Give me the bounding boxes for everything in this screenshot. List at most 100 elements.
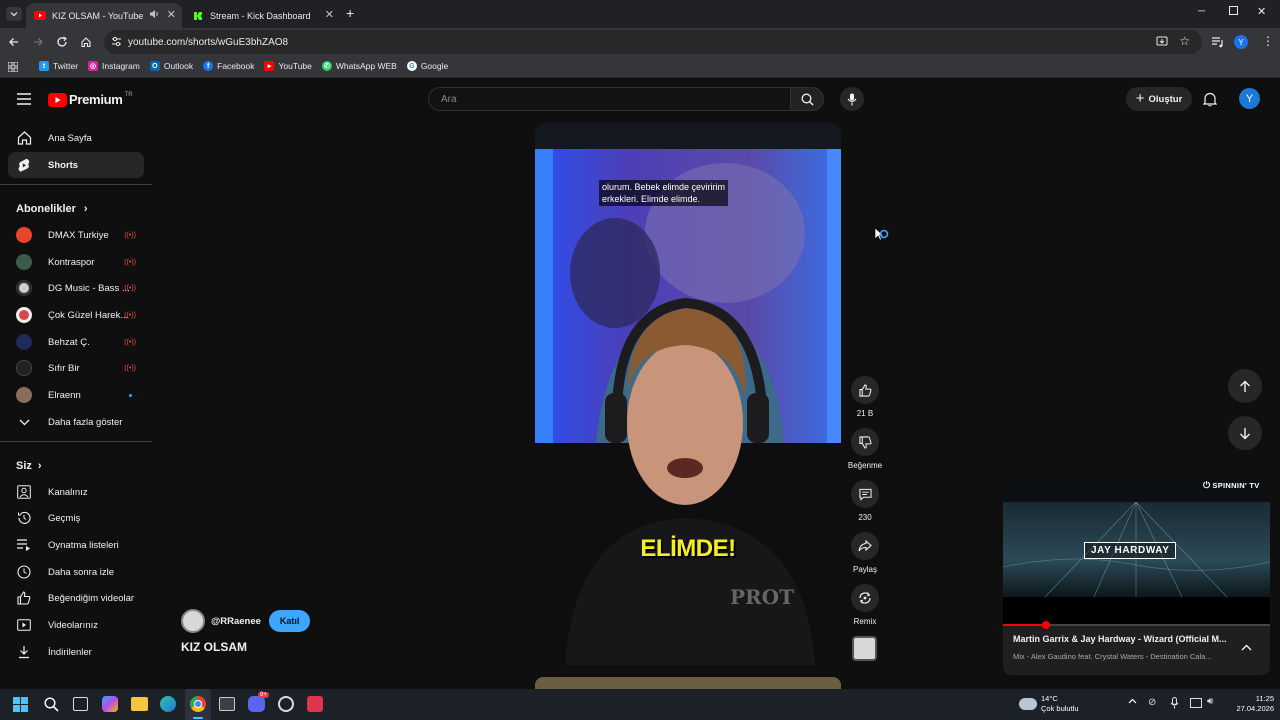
sidebar-item-history[interactable]: Geçmiş xyxy=(8,505,144,531)
install-app-icon[interactable] xyxy=(1156,36,1168,47)
tab-kick[interactable]: Stream - Kick Dashboard ✕ xyxy=(184,3,340,28)
mini-player-expand-icon[interactable] xyxy=(1241,644,1252,651)
previous-short-button[interactable] xyxy=(1228,369,1262,403)
subscription-sifir-bir[interactable]: Sıfır Bir ((•)) xyxy=(8,355,144,381)
minimize-icon[interactable]: ─ xyxy=(1198,6,1205,17)
taskbar-search-icon[interactable] xyxy=(44,697,59,712)
mini-player-title[interactable]: Martin Garrix & Jay Hardway - Wizard (Of… xyxy=(1013,634,1233,644)
share-button[interactable] xyxy=(851,532,879,560)
tab-youtube[interactable]: KIZ OLSAM - YouTube ✕ xyxy=(26,3,182,28)
shorts-video-player[interactable]: olurum. Bebek elimde çeviririm erkekleri… xyxy=(535,123,841,665)
bookmark-instagram[interactable]: ◎ Instagram xyxy=(88,61,140,71)
sidebar-item-home[interactable]: Ana Sayfa xyxy=(8,125,144,151)
you-heading[interactable]: Siz › xyxy=(16,460,42,472)
no-internet-icon[interactable]: ⊘ xyxy=(1148,697,1156,708)
subscription-kontraspor[interactable]: Kontraspor ((•)) xyxy=(8,249,144,275)
bookmark-twitter[interactable]: t Twitter xyxy=(39,61,78,71)
bookmark-whatsapp[interactable]: ✆ WhatsApp WEB xyxy=(321,61,397,71)
tab-close-icon[interactable]: ✕ xyxy=(167,9,176,21)
tab-audio-icon[interactable] xyxy=(149,9,160,19)
subscription-cok-guzel-hareketler[interactable]: Çok Güzel Harek... ((•)) xyxy=(8,302,144,328)
comments-button[interactable] xyxy=(851,480,879,508)
live-indicator-icon: ((•)) xyxy=(124,338,136,346)
join-button[interactable]: Katıl xyxy=(268,610,311,632)
remix-label: Remix xyxy=(853,617,877,626)
account-avatar[interactable]: Y xyxy=(1239,88,1260,109)
weather-widget[interactable]: 14°C Çok bulutlu xyxy=(1041,694,1079,714)
browser-menu-icon[interactable]: ⋮ xyxy=(1262,35,1274,47)
address-bar[interactable]: youtube.com/shorts/wGuE3bhZAO8 ☆ xyxy=(104,30,1202,54)
home-button-icon[interactable] xyxy=(80,36,92,48)
apps-grid-icon[interactable] xyxy=(8,62,18,72)
sidebar-item-playlists[interactable]: Oynatma listeleri xyxy=(8,532,144,558)
volume-icon[interactable]: 🔊︎ xyxy=(1207,696,1213,707)
discord-icon[interactable] xyxy=(248,696,265,712)
next-short-preview[interactable] xyxy=(535,677,841,689)
like-count: 21 B xyxy=(856,409,874,418)
arrow-down-icon xyxy=(1240,427,1250,439)
new-tab-icon[interactable]: + xyxy=(346,6,354,20)
app-icon[interactable] xyxy=(307,696,323,712)
file-explorer-icon[interactable] xyxy=(131,697,148,711)
reload-icon[interactable] xyxy=(56,36,68,48)
windows-start-icon[interactable] xyxy=(13,697,28,712)
search-button[interactable] xyxy=(790,87,824,111)
channel-avatar xyxy=(16,227,32,243)
mini-player-video[interactable]: ⏻ SPINNIN' TV JAY HARDWAY xyxy=(1003,477,1270,597)
dislike-button[interactable] xyxy=(851,428,879,456)
clock[interactable]: 11:25 27.04.2026 xyxy=(1226,694,1274,714)
like-button[interactable] xyxy=(851,376,879,404)
subscription-dg-music[interactable]: DG Music - Bass ... ((•)) xyxy=(8,275,144,301)
bookmark-google[interactable]: G Google xyxy=(406,61,448,71)
media-control-icon[interactable] xyxy=(1211,36,1224,48)
remix-button[interactable] xyxy=(851,584,879,612)
obs-icon[interactable] xyxy=(278,696,294,712)
channel-avatar[interactable] xyxy=(181,609,205,633)
voice-search-button[interactable] xyxy=(840,87,864,111)
subscriptions-heading[interactable]: Abonelikler › xyxy=(16,203,88,215)
copilot-icon[interactable] xyxy=(102,696,118,712)
sidebar-item-your-channel[interactable]: Kanalınız xyxy=(8,479,144,505)
forward-icon[interactable] xyxy=(32,36,44,48)
next-short-button[interactable] xyxy=(1228,416,1262,450)
chrome-taskbar-button[interactable] xyxy=(185,689,211,720)
sidebar-item-shorts[interactable]: Shorts xyxy=(8,152,144,178)
mini-player[interactable]: ⏻ SPINNIN' TV JAY HARDWAY Martin Garrix &… xyxy=(1003,477,1270,675)
back-icon[interactable] xyxy=(8,36,20,48)
store-icon[interactable] xyxy=(219,697,235,711)
subscription-elraenn[interactable]: Elraenn xyxy=(8,382,144,408)
bookmark-star-icon[interactable]: ☆ xyxy=(1179,34,1190,48)
tab-close-icon[interactable]: ✕ xyxy=(325,9,334,21)
site-info-icon[interactable] xyxy=(111,36,122,47)
display-tray-icon[interactable] xyxy=(1190,698,1202,708)
subscription-behzat-c[interactable]: Behzat Ç. ((•)) xyxy=(8,329,144,355)
sidebar-item-watch-later[interactable]: Daha sonra izle xyxy=(8,559,144,585)
bookmark-youtube[interactable]: ▸ YouTube xyxy=(264,61,312,71)
edge-icon[interactable] xyxy=(160,696,176,712)
channel-handle[interactable]: @RRaenee xyxy=(211,616,261,627)
mini-player-scrubber[interactable] xyxy=(1041,621,1050,629)
task-view-icon[interactable] xyxy=(73,697,88,711)
show-more-button[interactable]: Daha fazla göster xyxy=(8,409,144,435)
bookmark-outlook[interactable]: O Outlook xyxy=(149,61,193,71)
sidebar-item-liked-videos[interactable]: Beğendiğim videolar xyxy=(8,585,144,611)
window-close-icon[interactable]: ✕ xyxy=(1257,5,1266,18)
live-indicator-icon: ((•)) xyxy=(124,258,136,266)
maximize-icon[interactable] xyxy=(1229,6,1238,15)
bookmark-facebook[interactable]: f Facebook xyxy=(203,61,254,71)
sound-thumbnail[interactable] xyxy=(852,636,877,661)
browser-profile-avatar[interactable]: Y xyxy=(1234,35,1248,49)
microphone-tray-icon[interactable] xyxy=(1170,697,1179,709)
tab-search-button[interactable] xyxy=(6,7,22,21)
sidebar-item-your-videos[interactable]: Videolarınız xyxy=(8,612,144,638)
tray-chevron-up-icon[interactable] xyxy=(1128,698,1137,704)
dislike-label: Beğenme xyxy=(847,461,883,470)
thumbs-down-icon xyxy=(858,435,871,449)
spinnin-tv-brand: ⏻ SPINNIN' TV xyxy=(1203,480,1260,490)
search-input[interactable]: Ara xyxy=(428,87,792,111)
subscription-dmax-turkiye[interactable]: DMAX Turkiye ((•)) xyxy=(8,222,144,248)
sidebar-item-downloads[interactable]: İndirilenler xyxy=(8,639,144,665)
create-button[interactable]: + Oluştur xyxy=(1126,87,1192,111)
history-icon xyxy=(16,510,32,526)
notifications-bell-icon[interactable] xyxy=(1203,92,1217,107)
